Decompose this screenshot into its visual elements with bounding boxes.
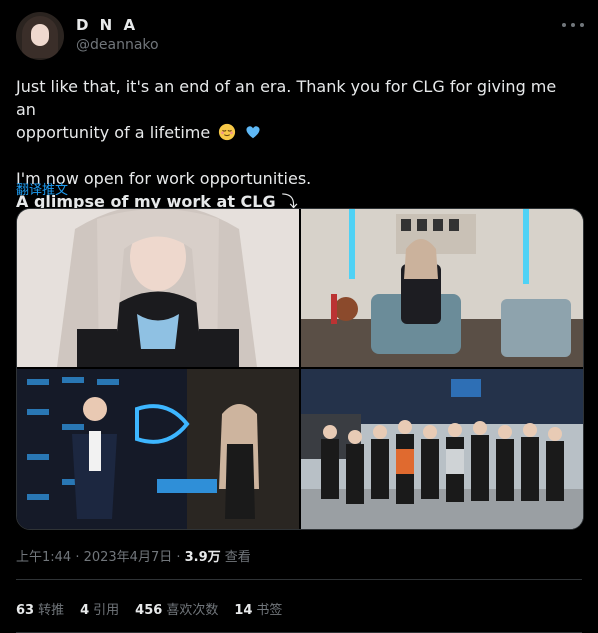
bookmarks-count: 14 — [234, 603, 253, 618]
relieved-face-emoji — [219, 123, 236, 141]
photo-office-art — [301, 209, 583, 367]
tweet: D N A @deannako Just like that, it's an … — [0, 0, 598, 633]
photo-portrait-jersey[interactable] — [17, 209, 299, 367]
bookmarks-stat[interactable]: 14 书签 — [234, 599, 282, 618]
quotes-stat[interactable]: 4 引用 — [80, 599, 119, 618]
views-count: 3.9万 — [184, 550, 221, 565]
divider-top — [16, 579, 582, 580]
photo-group-art — [301, 369, 583, 529]
likes-count: 456 — [135, 603, 163, 618]
likes-label: 喜欢次数 — [166, 603, 219, 618]
tweet-line-1: Just like that, it's an end of an era. T… — [16, 77, 557, 119]
avatar[interactable] — [16, 12, 64, 60]
avatar-face — [31, 24, 49, 46]
translate-link[interactable]: 翻译推文 — [16, 179, 68, 198]
tweet-timestamp[interactable]: 上午1:44 · 2023年4月7日 · 3.9万 查看 — [16, 546, 251, 565]
retweets-stat[interactable]: 63 转推 — [16, 599, 64, 618]
likes-stat[interactable]: 456 喜欢次数 — [135, 599, 218, 618]
photo-group-team[interactable] — [301, 369, 583, 529]
tweet-line-2-text: opportunity of a lifetime — [16, 123, 211, 142]
more-icon[interactable] — [562, 18, 584, 32]
quotes-label: 引用 — [93, 603, 120, 618]
retweets-label: 转推 — [38, 603, 65, 618]
tweet-line-2: opportunity of a lifetime — [16, 121, 576, 144]
time-text: 上午1:44 · 2023年4月7日 · — [16, 550, 185, 565]
tweet-line-3: I'm now open for work opportunities. — [16, 169, 312, 188]
display-name[interactable]: D N A — [76, 16, 138, 34]
photo-backdrop-art — [17, 369, 299, 529]
photo-portrait-art — [17, 209, 299, 367]
views-label: 查看 — [220, 550, 251, 565]
blue-heart-emoji — [246, 126, 260, 139]
engagement-stats: 63 转推 4 引用 456 喜欢次数 14 书签 — [16, 599, 282, 618]
user-handle[interactable]: @deannako — [76, 37, 159, 53]
media-grid — [16, 208, 584, 530]
quotes-count: 4 — [80, 603, 90, 618]
tweet-text: Just like that, it's an end of an era. T… — [16, 75, 576, 213]
photo-office-chair[interactable] — [301, 209, 583, 367]
retweets-count: 63 — [16, 603, 35, 618]
photo-logitech-backdrop[interactable] — [17, 369, 299, 529]
bookmarks-label: 书签 — [256, 603, 283, 618]
